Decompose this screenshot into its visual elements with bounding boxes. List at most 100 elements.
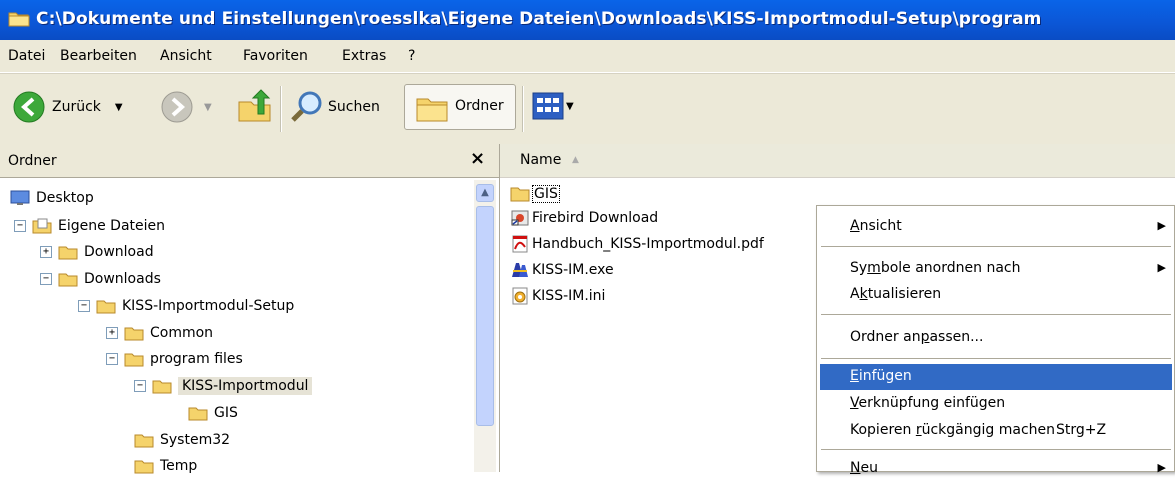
forward-dropdown-icon[interactable]: ▼ xyxy=(204,102,212,113)
tree-item-label: Eigene Dateien xyxy=(58,218,166,234)
column-name-label: Name xyxy=(520,152,562,168)
tree-scrollbar[interactable]: ▲ xyxy=(474,180,496,472)
forward-button[interactable]: ▼ xyxy=(160,90,212,124)
ini-icon xyxy=(512,287,528,305)
tree-item-system32[interactable]: System32 xyxy=(134,428,230,452)
tree-item-label: program files xyxy=(150,351,243,367)
folders-pane-title: Ordner xyxy=(8,153,57,169)
menu-ansicht[interactable]: Ansicht xyxy=(160,48,212,64)
collapse-icon[interactable]: − xyxy=(78,300,90,312)
folder-window-icon xyxy=(8,12,30,27)
submenu-arrow-icon: ▶ xyxy=(1157,461,1166,474)
context-menu: Ansicht ▶ Symbole anordnen nach ▶ Aktual… xyxy=(816,205,1175,476)
folder-icon xyxy=(510,187,530,202)
up-folder-button[interactable] xyxy=(236,88,274,124)
scroll-up-icon[interactable]: ▲ xyxy=(476,184,494,202)
tree-item-program-files[interactable]: − program files xyxy=(106,347,243,371)
tree-item-kiss-importmodul[interactable]: − KISS-Importmodul xyxy=(134,374,313,398)
tree-item-temp[interactable]: Temp xyxy=(134,454,197,478)
folders-icon xyxy=(416,98,448,122)
back-dropdown-icon[interactable]: ▼ xyxy=(115,102,123,113)
file-item-gis[interactable]: GIS xyxy=(510,182,560,206)
tree-item-gis[interactable]: GIS xyxy=(188,401,238,425)
menu-item-ordner-anpassen[interactable]: Ordner anpassen... xyxy=(820,325,1172,351)
file-item-kiss-im-exe[interactable]: KISS-IM.exe xyxy=(510,258,614,282)
menu-item-ansicht[interactable]: Ansicht ▶ xyxy=(820,214,1172,240)
file-name: Handbuch_KISS-Importmodul.pdf xyxy=(532,236,764,252)
scrollbar-thumb[interactable] xyxy=(476,206,494,426)
folder-icon xyxy=(134,434,154,448)
folder-icon xyxy=(58,246,78,260)
tree-item-download[interactable]: + Download xyxy=(40,240,154,264)
up-folder-icon xyxy=(238,89,271,122)
tree-item-kiss-importmodul-setup[interactable]: − KISS-Importmodul-Setup xyxy=(78,294,294,318)
tree-item-eigene-dateien[interactable]: − Eigene Dateien xyxy=(14,214,165,238)
back-arrow-icon xyxy=(13,91,45,123)
menu-item-symbole-anordnen[interactable]: Symbole anordnen nach ▶ xyxy=(820,256,1172,282)
folder-icon xyxy=(96,300,116,314)
search-label: Suchen xyxy=(328,99,380,115)
file-name: KISS-IM.ini xyxy=(532,288,606,304)
menu-item-neu[interactable]: Neu ▶ xyxy=(820,456,1172,482)
close-icon[interactable]: × xyxy=(470,148,485,169)
folder-icon xyxy=(124,327,144,341)
menu-favoriten[interactable]: Favoriten xyxy=(243,48,308,64)
views-dropdown-icon[interactable]: ▼ xyxy=(566,101,574,112)
tree-item-label: System32 xyxy=(160,432,231,448)
file-item-handbuch-pdf[interactable]: Handbuch_KISS-Importmodul.pdf xyxy=(510,232,764,256)
window-title: C:\Dokumente und Einstellungen\roesslka\… xyxy=(36,9,1042,29)
collapse-icon[interactable]: − xyxy=(134,380,146,392)
submenu-arrow-icon: ▶ xyxy=(1157,261,1166,274)
collapse-icon[interactable]: − xyxy=(106,353,118,365)
tree-item-label: KISS-Importmodul xyxy=(178,377,313,395)
folders-button[interactable]: Ordner xyxy=(404,84,516,130)
forward-arrow-icon xyxy=(161,91,193,123)
menu-datei[interactable]: Datei xyxy=(8,48,45,64)
sort-ascending-icon: ▲ xyxy=(572,155,579,165)
tree-item-label: KISS-Importmodul-Setup xyxy=(122,298,295,314)
menu-separator xyxy=(821,358,1171,359)
menu-item-aktualisieren[interactable]: Aktualisieren xyxy=(820,282,1172,308)
tree-item-common[interactable]: + Common xyxy=(106,321,213,345)
file-item-firebird-download[interactable]: Firebird Download xyxy=(510,206,658,230)
shortcut-icon xyxy=(511,210,529,226)
menu-extras[interactable]: Extras xyxy=(342,48,386,64)
file-item-kiss-im-ini[interactable]: KISS-IM.ini xyxy=(510,284,605,308)
menu-bearbeiten[interactable]: Bearbeiten xyxy=(60,48,137,64)
exe-icon xyxy=(512,263,528,277)
collapse-icon[interactable]: − xyxy=(14,220,26,232)
title-bar: C:\Dokumente und Einstellungen\roesslka\… xyxy=(0,0,1175,40)
collapse-icon[interactable]: − xyxy=(40,273,52,285)
shortcut-label: Strg+Z xyxy=(1056,422,1107,438)
tree-item-desktop[interactable]: Desktop xyxy=(10,186,94,210)
folders-pane-header: Ordner × xyxy=(0,144,499,178)
expand-icon[interactable]: + xyxy=(106,327,118,339)
toolbar: Zurück ▼ ▼ Suchen Ordner ▼ xyxy=(0,73,1175,145)
tree-item-label: Downloads xyxy=(84,271,161,287)
menu-item-verknuepfung-einfuegen[interactable]: Verknüpfung einfügen xyxy=(820,391,1172,417)
submenu-arrow-icon: ▶ xyxy=(1157,219,1166,232)
folders-pane: Ordner × Desktop − Eigene Dateien + Down… xyxy=(0,144,500,474)
folder-icon xyxy=(188,407,208,421)
tree-item-label: Common xyxy=(150,325,214,341)
folder-icon xyxy=(152,380,172,394)
menu-help[interactable]: ? xyxy=(408,48,415,64)
file-name: KISS-IM.exe xyxy=(532,262,614,278)
search-icon xyxy=(291,91,322,122)
desktop-icon xyxy=(10,190,30,205)
back-label: Zurück xyxy=(52,99,101,115)
folder-icon xyxy=(124,353,144,367)
file-name: GIS xyxy=(532,185,560,203)
expand-icon[interactable]: + xyxy=(40,246,52,258)
folders-label: Ordner xyxy=(455,98,504,114)
menu-item-einfuegen[interactable]: Einfügen xyxy=(820,364,1172,390)
column-header-name[interactable]: Name ▲ xyxy=(500,144,1175,178)
back-button[interactable]: Zurück ▼ xyxy=(12,90,123,124)
tree-item-label: Desktop xyxy=(36,190,94,206)
menu-item-kopieren-rueckgaengig[interactable]: Kopieren rückgängig machen Strg+Z xyxy=(820,418,1172,444)
folder-icon xyxy=(58,273,78,287)
tree-item-label: Download xyxy=(84,244,154,260)
search-button[interactable]: Suchen xyxy=(290,90,380,124)
tree-item-downloads[interactable]: − Downloads xyxy=(40,267,161,291)
views-button[interactable]: ▼ xyxy=(532,92,574,120)
